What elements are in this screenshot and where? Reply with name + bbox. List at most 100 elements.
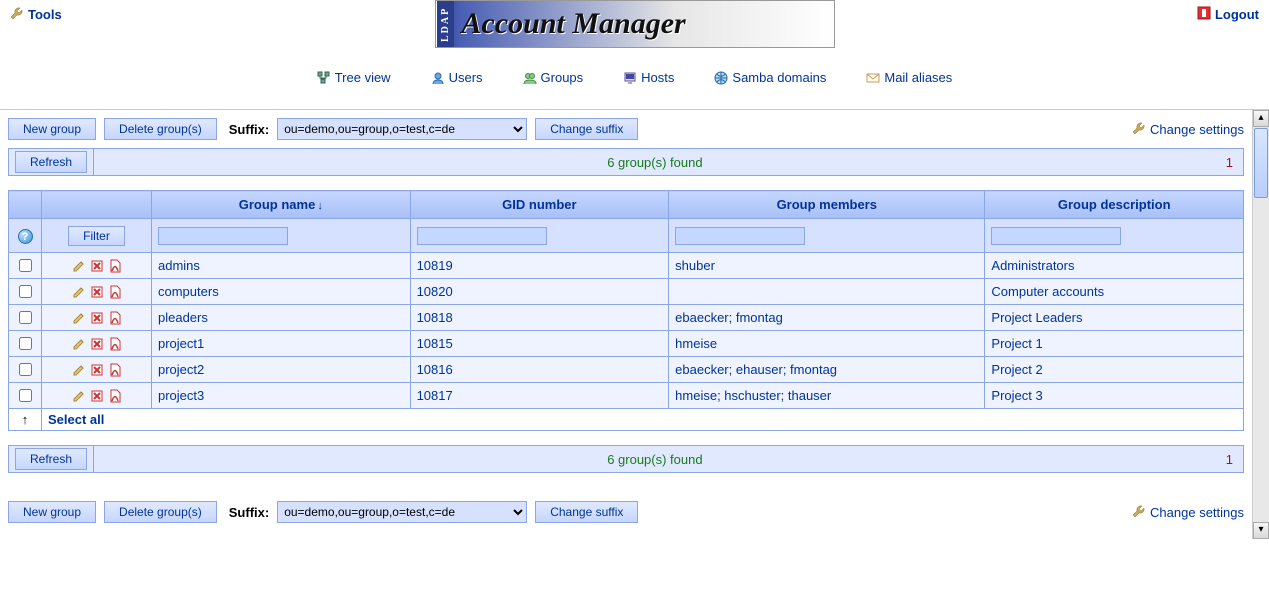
- table-row: project110815hmeiseProject 1: [9, 331, 1244, 357]
- cell-group-name: computers: [152, 279, 411, 305]
- col-group-name[interactable]: Group name↓: [152, 191, 411, 219]
- new-group-button[interactable]: New group: [8, 118, 96, 140]
- pdf-icon[interactable]: [108, 389, 122, 403]
- nav-tree-label: Tree view: [335, 70, 391, 85]
- row-checkbox[interactable]: [19, 337, 32, 350]
- col-actions: [42, 191, 152, 219]
- cell-gid: 10819: [410, 253, 669, 279]
- table-row: computers10820Computer accounts: [9, 279, 1244, 305]
- delete-icon[interactable]: [90, 337, 104, 351]
- filter-group-name-input[interactable]: [158, 227, 288, 245]
- change-settings-label: Change settings: [1150, 122, 1244, 137]
- refresh-button-top[interactable]: Refresh: [15, 151, 87, 173]
- col-gid[interactable]: GID number: [410, 191, 669, 219]
- table-row: admins10819shuberAdministrators: [9, 253, 1244, 279]
- edit-icon[interactable]: [72, 311, 86, 325]
- delete-icon[interactable]: [90, 285, 104, 299]
- nav-mail[interactable]: Mail aliases: [866, 70, 952, 85]
- pdf-icon[interactable]: [108, 259, 122, 273]
- cell-members: hmeise: [669, 331, 985, 357]
- logout-link[interactable]: Logout: [1197, 6, 1259, 23]
- group-icon: [523, 71, 537, 85]
- filter-gid-input[interactable]: [417, 227, 547, 245]
- col-description[interactable]: Group description: [985, 191, 1244, 219]
- cell-gid: 10816: [410, 357, 669, 383]
- suffix-label: Suffix:: [229, 122, 269, 137]
- scroll-thumb[interactable]: [1254, 128, 1268, 198]
- logo-main-text: Account Manager: [462, 7, 686, 41]
- cell-description: Administrators: [985, 253, 1244, 279]
- wrench-icon: [1132, 504, 1146, 521]
- delete-icon[interactable]: [90, 363, 104, 377]
- table-row: project210816ebaecker; ehauser; fmontagP…: [9, 357, 1244, 383]
- cell-gid: 10817: [410, 383, 669, 409]
- page-count-bottom: 1: [1216, 452, 1243, 467]
- suffix-select-bottom[interactable]: ou=demo,ou=group,o=test,c=de: [277, 501, 527, 523]
- nav-tree-view[interactable]: Tree view: [317, 70, 391, 85]
- up-arrow-icon[interactable]: ↑: [9, 409, 42, 431]
- suffix-label-bottom: Suffix:: [229, 505, 269, 520]
- row-checkbox[interactable]: [19, 285, 32, 298]
- row-checkbox[interactable]: [19, 259, 32, 272]
- delete-groups-button-bottom[interactable]: Delete group(s): [104, 501, 217, 523]
- globe-icon: [714, 71, 728, 85]
- app-logo: LDAP Account Manager: [435, 0, 835, 48]
- pdf-icon[interactable]: [108, 311, 122, 325]
- user-icon: [431, 71, 445, 85]
- nav-hosts[interactable]: Hosts: [623, 70, 674, 85]
- table-row: project310817hmeise; hschuster; thauserP…: [9, 383, 1244, 409]
- edit-icon[interactable]: [72, 337, 86, 351]
- pdf-icon[interactable]: [108, 285, 122, 299]
- nav-hosts-label: Hosts: [641, 70, 674, 85]
- suffix-select[interactable]: ou=demo,ou=group,o=test,c=de: [277, 118, 527, 140]
- status-bar-top: Refresh 6 group(s) found 1: [8, 148, 1244, 176]
- filter-members-input[interactable]: [675, 227, 805, 245]
- main-nav: Tree view Users Groups Hosts Samba domai…: [0, 60, 1269, 109]
- scroll-down-arrow-icon[interactable]: ▾: [1253, 522, 1269, 539]
- edit-icon[interactable]: [72, 259, 86, 273]
- delete-icon[interactable]: [90, 389, 104, 403]
- cell-group-name: pleaders: [152, 305, 411, 331]
- row-checkbox[interactable]: [19, 389, 32, 402]
- help-icon[interactable]: ?: [18, 229, 33, 244]
- cell-group-name: project2: [152, 357, 411, 383]
- change-settings-link[interactable]: Change settings: [1132, 121, 1244, 138]
- filter-description-input[interactable]: [991, 227, 1121, 245]
- cell-gid: 10818: [410, 305, 669, 331]
- filter-button[interactable]: Filter: [68, 226, 125, 246]
- row-checkbox[interactable]: [19, 363, 32, 376]
- nav-users[interactable]: Users: [431, 70, 483, 85]
- edit-icon[interactable]: [72, 389, 86, 403]
- filter-row: ? Filter: [9, 219, 1244, 253]
- nav-users-label: Users: [449, 70, 483, 85]
- change-suffix-button-bottom[interactable]: Change suffix: [535, 501, 638, 523]
- cell-group-name: admins: [152, 253, 411, 279]
- tools-link[interactable]: Tools: [10, 6, 62, 23]
- edit-icon[interactable]: [72, 285, 86, 299]
- wrench-icon: [1132, 121, 1146, 138]
- col-members[interactable]: Group members: [669, 191, 985, 219]
- delete-icon[interactable]: [90, 311, 104, 325]
- pdf-icon[interactable]: [108, 337, 122, 351]
- change-suffix-button[interactable]: Change suffix: [535, 118, 638, 140]
- delete-groups-button[interactable]: Delete group(s): [104, 118, 217, 140]
- vertical-scrollbar[interactable]: ▴ ▾: [1252, 110, 1269, 539]
- cell-members: [669, 279, 985, 305]
- nav-samba[interactable]: Samba domains: [714, 70, 826, 85]
- pdf-icon[interactable]: [108, 363, 122, 377]
- select-all-link[interactable]: Select all: [48, 412, 104, 427]
- row-checkbox[interactable]: [19, 311, 32, 324]
- scroll-up-arrow-icon[interactable]: ▴: [1253, 110, 1269, 127]
- edit-icon[interactable]: [72, 363, 86, 377]
- cell-description: Project 1: [985, 331, 1244, 357]
- nav-groups[interactable]: Groups: [523, 70, 584, 85]
- new-group-button-bottom[interactable]: New group: [8, 501, 96, 523]
- cell-description: Project 2: [985, 357, 1244, 383]
- cell-group-name: project1: [152, 331, 411, 357]
- delete-icon[interactable]: [90, 259, 104, 273]
- refresh-button-bottom[interactable]: Refresh: [15, 448, 87, 470]
- change-settings-link-bottom[interactable]: Change settings: [1132, 504, 1244, 521]
- cell-members: shuber: [669, 253, 985, 279]
- scroll-track[interactable]: [1253, 199, 1269, 522]
- nav-samba-label: Samba domains: [732, 70, 826, 85]
